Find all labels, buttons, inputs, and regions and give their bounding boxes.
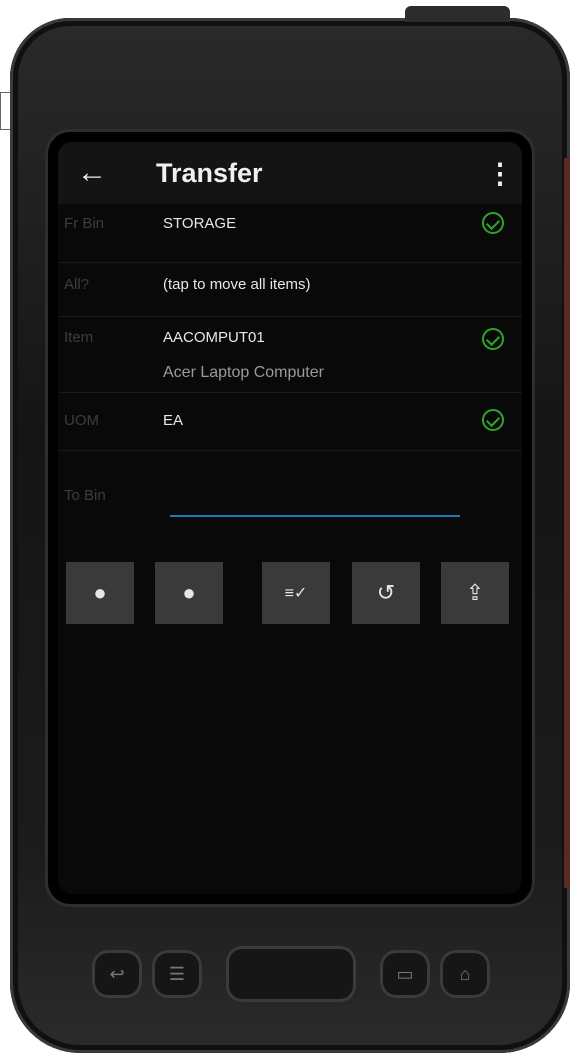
item-check-icon bbox=[482, 328, 504, 350]
all-label: All? bbox=[64, 276, 90, 293]
scan-button[interactable]: ● bbox=[66, 562, 134, 624]
app-bar: ← Transfer ⋮ bbox=[58, 142, 522, 204]
hw-back-button[interactable]: ↩ bbox=[92, 950, 142, 998]
more-vert-icon[interactable]: ⋮ bbox=[478, 157, 522, 190]
camera-icon: ● bbox=[182, 580, 196, 605]
upload-button[interactable]: ⇪ bbox=[441, 562, 509, 624]
to-bin-label: To Bin bbox=[64, 487, 106, 504]
hw-back-icon: ↩ bbox=[109, 963, 125, 984]
uom-check-icon bbox=[482, 409, 504, 431]
upload-icon: ⇪ bbox=[465, 580, 485, 605]
hw-app-button[interactable]: ▭ bbox=[380, 950, 430, 998]
page-title: Transfer bbox=[156, 157, 263, 188]
hw-menu-icon: ☰ bbox=[168, 963, 186, 984]
side-accent bbox=[564, 158, 570, 888]
uom-value: EA bbox=[163, 412, 184, 429]
to-bin-row: To Bin bbox=[58, 450, 522, 530]
checklist-button[interactable]: ≡✓ bbox=[262, 562, 330, 624]
app-screen: ← Transfer ⋮ Fr Bin STORAGE All? (tap to… bbox=[58, 142, 522, 894]
hw-scan-trigger[interactable] bbox=[226, 946, 356, 1002]
scan-icon: ● bbox=[93, 580, 107, 605]
all-value[interactable]: (tap to move all items) bbox=[163, 276, 311, 293]
uom-label: UOM bbox=[64, 412, 99, 429]
fr-bin-value: STORAGE bbox=[163, 215, 237, 232]
to-bin-input[interactable] bbox=[170, 515, 460, 517]
checklist-icon: ≡✓ bbox=[284, 585, 308, 602]
undo-icon: ↺ bbox=[376, 580, 396, 605]
item-label: Item bbox=[64, 329, 94, 346]
item-description: Acer Laptop Computer bbox=[163, 364, 324, 381]
hw-app-icon: ▭ bbox=[396, 963, 414, 984]
hw-menu-button[interactable]: ☰ bbox=[152, 950, 202, 998]
all-row[interactable]: All? (tap to move all items) bbox=[58, 262, 522, 317]
fr-bin-check-icon bbox=[482, 212, 504, 234]
action-toolbar: ● ● ≡✓ ↺ ⇪ bbox=[66, 562, 516, 624]
fr-bin-label: Fr Bin bbox=[64, 215, 105, 232]
undo-button[interactable]: ↺ bbox=[352, 562, 420, 624]
back-arrow-icon[interactable]: ← bbox=[58, 142, 126, 204]
fr-bin-row[interactable]: Fr Bin STORAGE bbox=[58, 204, 522, 263]
device-top-button[interactable] bbox=[405, 6, 510, 22]
hw-home-button[interactable]: ⌂ bbox=[440, 950, 490, 998]
item-row[interactable]: Item AACOMPUT01 Acer Laptop Computer bbox=[58, 316, 522, 393]
uom-row[interactable]: UOM EA bbox=[58, 392, 522, 451]
hw-home-icon: ⌂ bbox=[459, 963, 471, 984]
item-value: AACOMPUT01 bbox=[163, 329, 265, 346]
camera-button[interactable]: ● bbox=[155, 562, 223, 624]
